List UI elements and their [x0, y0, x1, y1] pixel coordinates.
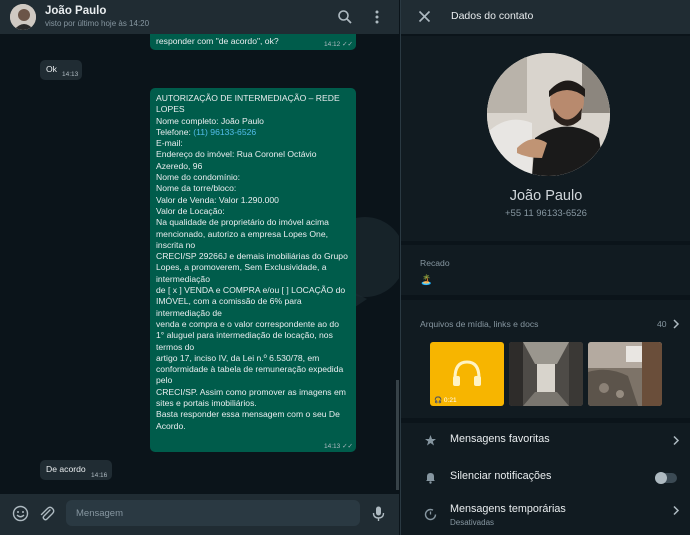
message-line: CRECI/SP 29266J e demais imobiliárias do… — [156, 251, 348, 262]
media-thumb-audio[interactable]: 🎧 0:21 — [430, 342, 504, 406]
message-line: 1° aluguel para intermediação de locação… — [156, 330, 333, 341]
starred-messages-item[interactable]: Mensagens favoritas — [401, 423, 690, 459]
message-line: E-mail: — [156, 138, 183, 149]
message-line: Acordo. — [156, 420, 186, 431]
message-bubble[interactable]: Ok 14:13 — [40, 60, 82, 80]
star-icon — [425, 435, 436, 446]
message-time: 14:13 ✓✓ — [324, 443, 353, 450]
profile-photo[interactable] — [487, 53, 610, 176]
message-time: 14:12 ✓✓ — [324, 41, 353, 48]
emoji-icon[interactable] — [12, 505, 29, 522]
message-line: Valor de Locação: — [156, 205, 225, 216]
message-time: 14:13 — [62, 71, 79, 78]
message-line: Lopes, a promoverem, Sem Exclusividade, … — [156, 262, 327, 273]
message-line: Nome do condomínio: — [156, 172, 241, 183]
composer — [0, 494, 399, 535]
message-line: Nome da torre/bloco: — [156, 183, 237, 194]
attach-icon[interactable] — [38, 505, 55, 522]
read-ticks-icon: ✓✓ — [342, 443, 353, 450]
contact-info-panel: Dados do contato João Paulo +55 11 96133… — [400, 0, 690, 535]
bell-icon — [426, 473, 435, 484]
settings-card: Mensagens favoritas Silenciar notificaçõ… — [401, 423, 690, 535]
audio-duration: 🎧 0:21 — [434, 397, 457, 404]
about-value: 🏝️ — [420, 275, 433, 286]
headphones-icon — [453, 360, 481, 386]
media-thumb-photo[interactable] — [588, 342, 662, 406]
message-line: LOPES — [156, 104, 185, 115]
message-line: artigo 17, inciso IV, da Lei n.º 6.530/7… — [156, 352, 320, 363]
message-line: CRECI/SP. Assim como promover as imagens… — [156, 386, 346, 397]
media-thumb-photo[interactable] — [509, 342, 583, 406]
message-line: de [ x ] VENDA e COMPRA e/ou [ ] LOCAÇÃO… — [156, 285, 346, 296]
message-list[interactable]: responder com "de acordo", ok? 14:12 ✓✓ … — [0, 34, 399, 494]
chat-panel: João Paulo visto por último hoje às 14:2… — [0, 0, 399, 535]
mute-toggle[interactable] — [655, 472, 677, 484]
media-label[interactable]: Arquivos de mídia, links e docs — [420, 319, 538, 329]
profile-name: João Paulo — [509, 188, 583, 204]
message-text: De acordo — [46, 464, 86, 474]
message-line: AUTORIZAÇÃO DE INTERMEDIAÇÃO – REDE — [156, 93, 340, 103]
message-bubble[interactable]: De acordo 14:16 — [40, 460, 112, 480]
setting-label: Mensagens favoritas — [450, 433, 550, 445]
message-bubble[interactable]: AUTORIZAÇÃO DE INTERMEDIAÇÃO – REDE LOPES… — [150, 88, 356, 452]
message-line: Na qualidade de proprietário do imóvel a… — [156, 217, 329, 228]
message-input[interactable] — [66, 500, 360, 526]
chat-header[interactable]: João Paulo visto por último hoje às 14:2… — [0, 0, 399, 34]
about-label: Recado — [420, 258, 450, 268]
about-card: Recado 🏝️ — [401, 245, 690, 295]
mute-notifications-item[interactable]: Silenciar notificações — [401, 460, 690, 496]
menu-dots-icon[interactable] — [369, 9, 385, 25]
message-text: responder com "de acordo", ok? — [156, 36, 279, 46]
phone-label: Telefone: — [156, 126, 194, 137]
contact-info-header: Dados do contato — [401, 0, 690, 34]
message-line: intermediação — [156, 273, 210, 284]
setting-label: Silenciar notificações — [450, 470, 552, 482]
search-icon[interactable] — [337, 9, 353, 25]
message-line: pelo — [156, 375, 173, 386]
message-line: Basta responder essa mensagem com o seu … — [156, 409, 340, 420]
profile-phone: +55 11 96133-6526 — [505, 208, 587, 219]
scrollbar[interactable] — [396, 380, 399, 490]
chevron-right-icon — [673, 505, 680, 516]
contact-name[interactable]: João Paulo — [45, 5, 106, 17]
toggle-knob — [655, 472, 667, 484]
message-line: Valor de Venda: Valor 1.290.000 — [156, 194, 279, 205]
message-line: Azeredo, 96 — [156, 160, 203, 171]
read-ticks-icon: ✓✓ — [342, 41, 353, 48]
chevron-right-icon — [673, 435, 680, 446]
profile-card: João Paulo +55 11 96133-6526 — [401, 36, 690, 241]
message-time: 14:16 — [91, 472, 108, 479]
timer-icon — [424, 508, 437, 521]
message-line: venda e compra e o valor correspondente … — [156, 318, 339, 329]
microphone-icon[interactable] — [370, 505, 387, 522]
message-line: sites e portais imobiliários. — [156, 398, 257, 409]
message-line: inscrita no — [156, 239, 196, 250]
contact-info-title: Dados do contato — [451, 10, 534, 22]
message-line: Telefone: (11) 96133-6526 — [156, 127, 348, 138]
message-bubble[interactable]: responder com "de acordo", ok? 14:12 ✓✓ — [150, 34, 356, 50]
message-line: conformidade à tabela de remuneração exp… — [156, 364, 344, 375]
setting-sublabel: Desativadas — [450, 518, 495, 527]
chevron-right-icon[interactable] — [672, 319, 680, 329]
avatar[interactable] — [10, 4, 36, 30]
disappearing-messages-item[interactable]: Mensagens temporárias Desativadas — [401, 497, 690, 535]
message-line: termos do — [156, 341, 195, 352]
contact-status: visto por último hoje às 14:20 — [45, 19, 150, 28]
message-text: Ok — [46, 64, 57, 74]
media-card[interactable]: Arquivos de mídia, links e docs 40 🎧 0:2… — [401, 300, 690, 418]
message-line: IMÓVEL, com a comissão de 6% para — [156, 296, 302, 307]
message-line: mencionado, autorizo a empresa Lopes One… — [156, 228, 328, 239]
phone-link[interactable]: (11) 96133-6526 — [193, 127, 256, 137]
message-line: Endereço do imóvel: Rua Coronel Octávio — [156, 149, 317, 160]
close-icon[interactable] — [418, 10, 431, 23]
message-line: Nome completo: João Paulo — [156, 115, 264, 126]
setting-label: Mensagens temporárias — [450, 503, 566, 515]
message-line: intermediação de — [156, 307, 222, 318]
media-count[interactable]: 40 — [657, 319, 667, 329]
